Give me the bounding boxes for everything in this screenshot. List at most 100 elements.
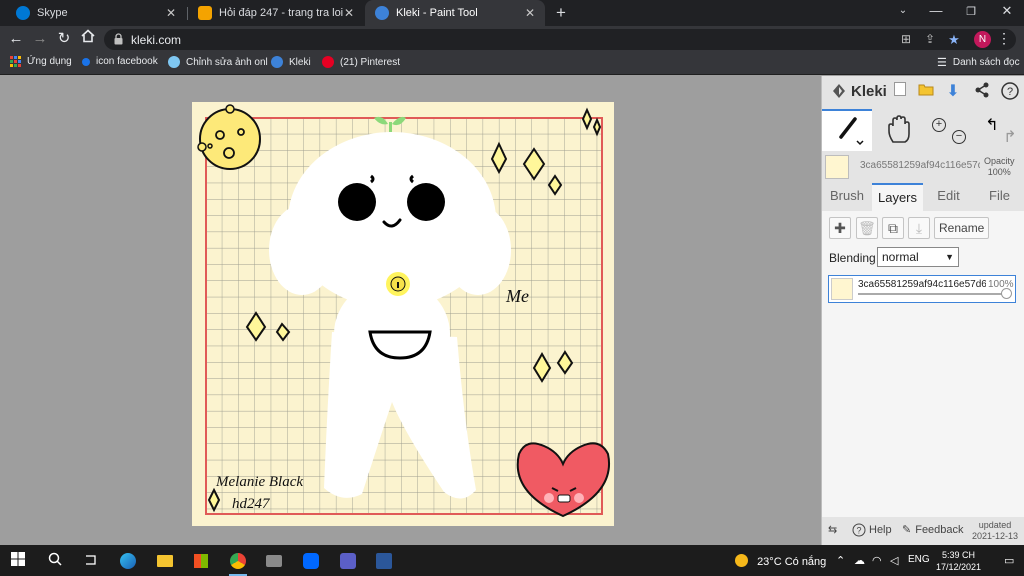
bookmark-label: Chỉnh sửa ảnh onl bbox=[186, 56, 268, 68]
tab-search-icon[interactable]: ⌄ bbox=[893, 5, 913, 16]
layer-item[interactable]: 3ca65581259af94c116e57d6 100% bbox=[828, 275, 1016, 303]
kleki-logo-icon bbox=[833, 84, 845, 98]
bookmark-pinterest[interactable]: (21) Pinterest bbox=[322, 56, 400, 68]
download-icon[interactable]: ⬇ bbox=[943, 82, 963, 102]
delete-layer-button[interactable]: 🗑 bbox=[856, 217, 878, 239]
tab-edit[interactable]: Edit bbox=[923, 183, 974, 211]
camera-icon[interactable] bbox=[263, 550, 285, 572]
reading-list-button[interactable]: ☰ Danh sách đọc bbox=[937, 56, 1020, 69]
bookmark-star-icon[interactable]: ★ bbox=[946, 32, 962, 48]
reload-button[interactable]: ↻ bbox=[54, 29, 74, 49]
duplicate-layer-button[interactable]: ⧉ bbox=[882, 217, 904, 239]
language-indicator[interactable]: ENG bbox=[908, 554, 930, 565]
layer-opacity-slider[interactable] bbox=[858, 293, 1008, 295]
svg-text:?: ? bbox=[856, 526, 861, 536]
close-window-icon[interactable]: ✕ bbox=[997, 3, 1017, 19]
tab-layers[interactable]: Layers bbox=[872, 183, 923, 211]
updated-info[interactable]: updated 2021-12-13 bbox=[972, 520, 1018, 542]
share-icon[interactable]: ⇪ bbox=[922, 32, 938, 48]
swap-sides-icon[interactable]: ⇆ bbox=[828, 523, 837, 536]
zoom-out-icon[interactable]: − bbox=[952, 130, 966, 144]
home-button[interactable] bbox=[78, 29, 98, 49]
merge-layer-button[interactable]: ⤓ bbox=[908, 217, 930, 239]
store-icon[interactable] bbox=[190, 550, 212, 572]
blending-select[interactable]: normal ▼ bbox=[877, 247, 959, 267]
tab-kleki[interactable]: Kleki - Paint Tool ✕ bbox=[365, 0, 545, 26]
weather-text: 23°C Có nắng bbox=[757, 556, 827, 568]
opacity-readout[interactable]: Opacity 100% bbox=[984, 156, 1015, 178]
bookmark-apps[interactable]: Ứng dụng bbox=[10, 56, 72, 67]
share-icon[interactable] bbox=[972, 82, 992, 102]
notification-icon[interactable]: ▭ bbox=[1004, 554, 1014, 567]
layer-opacity-slider-handle[interactable] bbox=[1001, 288, 1012, 299]
browser-menu-icon[interactable]: ⋮ bbox=[997, 30, 1011, 47]
kleki-icon bbox=[375, 6, 389, 20]
edge-icon[interactable] bbox=[117, 550, 139, 572]
translate-icon[interactable]: ⊞ bbox=[898, 32, 914, 48]
browser-toolbar: ← → ↻ kleki.com ⊞ ⇪ ★ N ⋮ bbox=[0, 26, 1024, 52]
help-icon[interactable]: ? bbox=[1000, 82, 1020, 102]
add-layer-button[interactable]: ✚ bbox=[829, 217, 851, 239]
search-icon[interactable] bbox=[44, 550, 66, 572]
system-clock[interactable]: 5:39 CH 17/12/2021 bbox=[936, 549, 981, 573]
tab-title: Skype bbox=[37, 7, 68, 19]
minimize-icon[interactable]: — bbox=[926, 3, 946, 18]
tab-brush[interactable]: Brush bbox=[822, 183, 872, 211]
task-view-icon[interactable] bbox=[79, 550, 101, 572]
windows-start-icon[interactable] bbox=[7, 550, 29, 572]
restore-icon[interactable]: ❐ bbox=[961, 5, 981, 18]
forward-button[interactable]: → bbox=[30, 29, 50, 49]
me-text: Me bbox=[505, 286, 529, 306]
wifi-icon[interactable]: ◠ bbox=[872, 554, 882, 567]
file-explorer-icon[interactable] bbox=[154, 550, 176, 572]
weather-widget[interactable]: 23°C Có nắng bbox=[735, 554, 826, 568]
help-circle-icon: ? bbox=[852, 523, 866, 537]
close-icon[interactable]: ✕ bbox=[344, 6, 354, 20]
drawing-canvas-area[interactable]: Me Melanie Black hd247 bbox=[0, 76, 821, 545]
help-link[interactable]: ? Help bbox=[852, 523, 892, 537]
word-icon[interactable] bbox=[373, 550, 395, 572]
blending-label: Blending bbox=[829, 251, 876, 265]
apps-icon bbox=[10, 56, 21, 67]
bookmarks-bar: Ứng dụng icon facebook Chỉnh sửa ảnh onl… bbox=[0, 52, 1024, 75]
hoidap-icon bbox=[198, 6, 212, 20]
cloud-icon[interactable]: ☁ bbox=[854, 554, 865, 567]
tab-file[interactable]: File bbox=[974, 183, 1024, 211]
tab-skype[interactable]: Skype ✕ bbox=[6, 0, 186, 26]
browser-tab-strip: Skype ✕ Hỏi đáp 247 - trang tra loi ✕ Kl… bbox=[0, 0, 1024, 26]
undo-icon[interactable]: ↰ bbox=[982, 116, 1002, 136]
panel-tabs: Brush Layers Edit File bbox=[822, 183, 1024, 211]
current-layer-name: 3ca65581259af94c116e57d6 bbox=[860, 160, 980, 171]
zalo-icon[interactable] bbox=[300, 550, 322, 572]
back-button[interactable]: ← bbox=[6, 29, 26, 49]
skype-icon bbox=[16, 6, 30, 20]
drawing-canvas[interactable]: Me Melanie Black hd247 bbox=[192, 102, 614, 526]
pinterest-icon bbox=[322, 56, 334, 68]
chrome-icon[interactable] bbox=[227, 550, 249, 576]
tray-chevron-icon[interactable]: ⌃ bbox=[836, 554, 845, 567]
new-tab-button[interactable]: + bbox=[552, 3, 570, 23]
teams-icon[interactable] bbox=[337, 550, 359, 572]
feedback-icon: ✎ bbox=[902, 524, 912, 536]
brush-tool-tab[interactable] bbox=[822, 109, 872, 151]
hand-tool-tab[interactable] bbox=[874, 109, 924, 151]
zoom-in-icon[interactable]: + bbox=[932, 118, 946, 132]
bookmark-photo-edit[interactable]: Chỉnh sửa ảnh onl bbox=[168, 56, 268, 68]
tab-hoidap[interactable]: Hỏi đáp 247 - trang tra loi ✕ bbox=[188, 0, 364, 26]
profile-avatar[interactable]: N bbox=[974, 31, 991, 48]
windows-taskbar: 23°C Có nắng ⌃ ☁ ◠ ◁ ENG 5:39 CH 17/12/2… bbox=[0, 545, 1024, 576]
home-icon bbox=[81, 29, 95, 43]
close-icon[interactable]: ✕ bbox=[525, 6, 535, 20]
redo-icon[interactable]: ↱ bbox=[1000, 128, 1020, 148]
rename-button[interactable]: Rename bbox=[934, 217, 990, 239]
feedback-link[interactable]: ✎ Feedback bbox=[902, 523, 964, 537]
open-folder-icon[interactable] bbox=[916, 82, 936, 102]
bookmark-kleki[interactable]: Kleki bbox=[271, 56, 311, 68]
kleki-logo[interactable]: Kleki bbox=[830, 82, 887, 100]
address-bar[interactable]: kleki.com ⊞ ⇪ ★ N ⋮ bbox=[104, 29, 1016, 50]
new-image-icon[interactable] bbox=[890, 82, 910, 102]
bookmark-icon-facebook[interactable]: icon facebook bbox=[82, 56, 158, 67]
volume-icon[interactable]: ◁ bbox=[890, 554, 898, 567]
close-icon[interactable]: ✕ bbox=[166, 6, 176, 20]
reading-list-icon: ☰ bbox=[937, 57, 947, 69]
